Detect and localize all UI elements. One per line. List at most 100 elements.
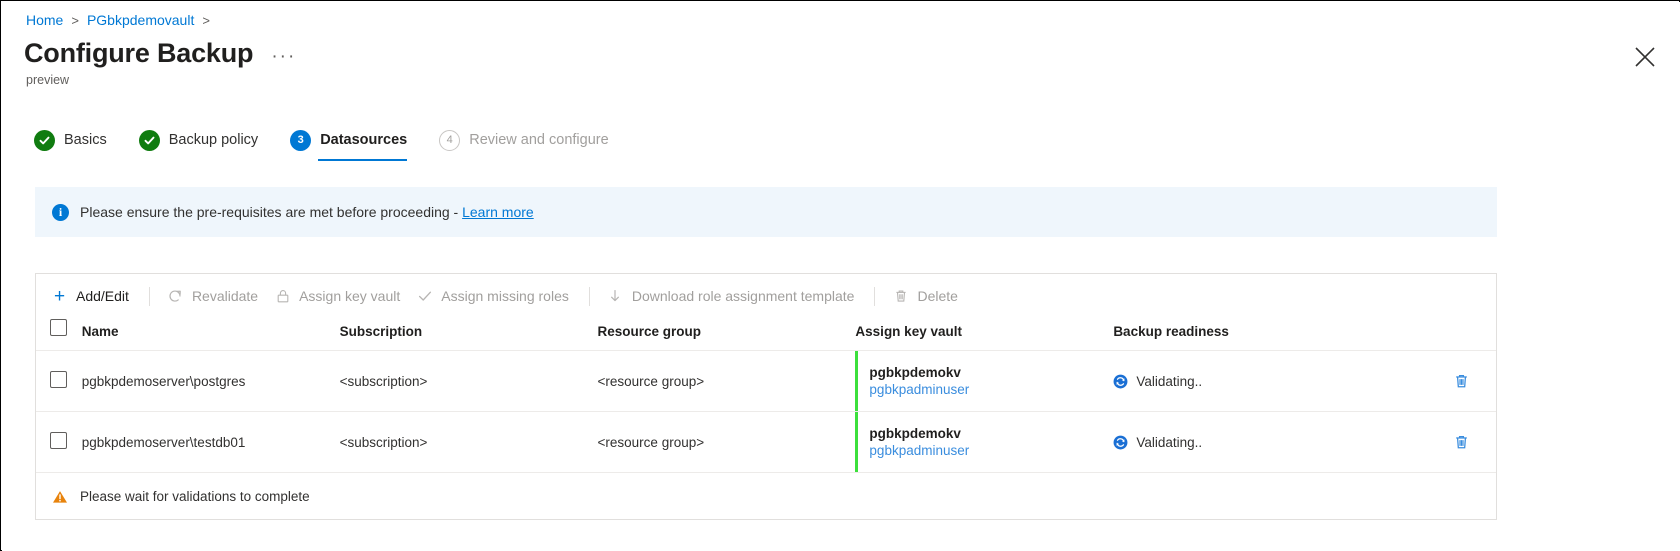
close-icon[interactable] [1632, 44, 1658, 70]
status-badge: Validating.. [1113, 435, 1381, 450]
revalidate-label: Revalidate [191, 288, 259, 304]
wizard-step-basics[interactable]: Basics [32, 128, 123, 161]
wizard-step-review-and-configure[interactable]: 4 Review and configure [437, 128, 624, 161]
cell-actions [1381, 411, 1496, 472]
wizard-step-label: Datasources [320, 132, 408, 148]
download-icon [607, 288, 624, 305]
row-select-cell [36, 350, 82, 412]
more-options-button[interactable]: ··· [271, 39, 296, 67]
key-vault-texts: pgbkpdemokv pgbkpadminuser [869, 351, 969, 411]
key-vault-status-bar [855, 351, 859, 411]
key-vault-cell: pgbkpdemokv pgbkpadminuser [855, 351, 1113, 411]
row-delete-icon[interactable] [1382, 372, 1496, 390]
breadcrumb-separator-icon: > [71, 12, 79, 28]
column-header-assign-key-vault[interactable]: Assign key vault [855, 319, 1113, 351]
column-header-resource-group[interactable]: Resource group [598, 319, 856, 351]
key-vault-user-link[interactable]: pgbkpadminuser [869, 443, 969, 458]
check-circle-icon [138, 129, 160, 151]
cell-actions [1381, 350, 1496, 412]
select-all-checkbox[interactable] [50, 319, 67, 336]
row-delete-icon[interactable] [1382, 433, 1496, 451]
title-row: Configure Backup ··· [24, 36, 296, 70]
sync-icon [1113, 435, 1128, 450]
wizard-step-label: Backup policy [168, 132, 259, 148]
column-header-name[interactable]: Name [82, 319, 340, 351]
table-header: Name Subscription Resource group Assign … [36, 319, 1496, 351]
wizard-step-backup-policy[interactable]: Backup policy [137, 128, 274, 161]
warning-icon [52, 489, 68, 505]
cell-backup-readiness: Validating.. [1113, 350, 1382, 412]
row-select-cell [36, 411, 82, 472]
key-vault-cell: pgbkpdemokv pgbkpadminuser [855, 412, 1113, 472]
delete-label: Delete [917, 288, 958, 304]
cell-subscription: <subscription> [339, 350, 598, 412]
wizard-step-label: Basics [64, 132, 107, 148]
cell-name: pgbkpdemoserver\testdb01 [81, 411, 340, 472]
column-header-actions [1382, 319, 1496, 351]
row-checkbox[interactable] [50, 371, 67, 388]
key-vault-name: pgbkpdemokv [869, 426, 961, 441]
wizard-steps: Basics Backup policy 3 Datasources 4 Rev… [32, 128, 625, 162]
info-banner-text: Please ensure the pre-requisites are met… [80, 204, 534, 220]
cell-assign-key-vault: pgbkpdemokv pgbkpadminuser [855, 411, 1114, 472]
datasources-panel: + Add/Edit Revalidate Assign key vault A… [35, 273, 1497, 520]
download-role-assignment-template-label: Download role assignment template [631, 288, 855, 304]
key-vault-texts: pgbkpdemokv pgbkpadminuser [869, 412, 969, 472]
sync-icon [1113, 374, 1128, 389]
table-row[interactable]: pgbkpdemoserver\testdb01 <subscription> … [36, 411, 1496, 472]
status-badge: Validating.. [1113, 374, 1381, 389]
check-circle-icon [34, 129, 55, 151]
validation-warning: Please wait for validations to complete [36, 472, 1496, 520]
add-edit-label: Add/Edit [76, 288, 129, 304]
row-checkbox[interactable] [50, 432, 67, 449]
cell-name: pgbkpdemoserver\postgres [81, 350, 340, 412]
breadcrumb-item-home[interactable]: Home [26, 12, 63, 28]
learn-more-link[interactable]: Learn more [462, 204, 534, 220]
revalidate-button[interactable]: Revalidate [165, 280, 272, 312]
select-all-header [36, 319, 82, 351]
command-bar: + Add/Edit Revalidate Assign key vault A… [36, 274, 1496, 319]
assign-key-vault-label: Assign key vault [299, 288, 401, 304]
wizard-step-datasources[interactable]: 3 Datasources [288, 128, 423, 161]
cell-assign-key-vault: pgbkpdemokv pgbkpadminuser [855, 350, 1114, 412]
key-vault-user-link[interactable]: pgbkpadminuser [869, 382, 969, 397]
download-role-assignment-template-button[interactable]: Download role assignment template [605, 280, 869, 312]
delete-button[interactable]: Delete [890, 280, 971, 312]
toolbar-divider [148, 286, 150, 306]
plus-icon: + [53, 285, 66, 307]
status-label: Validating.. [1136, 434, 1203, 450]
toolbar-divider-3 [874, 286, 876, 306]
checkmark-icon [416, 288, 433, 305]
breadcrumb: Home > PGbkpdemovault > [26, 10, 210, 30]
configure-backup-blade: Home > PGbkpdemovault > Configure Backup… [0, 0, 1680, 551]
page-title: Configure Backup [24, 38, 254, 68]
step-number-badge: 3 [290, 129, 312, 151]
key-vault-status-bar [855, 412, 859, 472]
add-edit-button[interactable]: + Add/Edit [49, 280, 143, 312]
step-number-badge: 4 [439, 129, 461, 151]
preview-badge: preview [26, 73, 70, 87]
status-label: Validating.. [1136, 373, 1203, 389]
breadcrumb-item-vault[interactable]: PGbkpdemovault [87, 12, 194, 28]
cell-resource-group: <resource group> [597, 411, 856, 472]
info-icon: i [52, 203, 69, 221]
info-banner-message: Please ensure the pre-requisites are met… [80, 204, 463, 220]
assign-missing-roles-label: Assign missing roles [441, 288, 569, 304]
column-header-subscription[interactable]: Subscription [340, 319, 598, 351]
validation-warning-text: Please wait for validations to complete [80, 489, 310, 504]
wizard-step-label: Review and configure [469, 132, 609, 148]
table-row[interactable]: pgbkpdemoserver\postgres <subscription> … [36, 350, 1496, 412]
table-header-row: Name Subscription Resource group Assign … [36, 319, 1496, 351]
info-banner: i Please ensure the pre-requisites are m… [35, 187, 1497, 237]
blade-content: Home > PGbkpdemovault > Configure Backup… [2, 2, 1680, 551]
column-header-backup-readiness[interactable]: Backup readiness [1113, 319, 1381, 351]
cell-subscription: <subscription> [339, 411, 598, 472]
breadcrumb-separator-icon-2: > [202, 12, 210, 28]
assign-key-vault-button[interactable]: Assign key vault [272, 280, 414, 312]
assign-missing-roles-button[interactable]: Assign missing roles [414, 280, 583, 312]
datasources-table: Name Subscription Resource group Assign … [36, 319, 1496, 472]
cell-resource-group: <resource group> [597, 350, 856, 412]
key-vault-name: pgbkpdemokv [869, 365, 961, 380]
lock-icon [274, 288, 291, 305]
trash-icon [892, 288, 909, 305]
